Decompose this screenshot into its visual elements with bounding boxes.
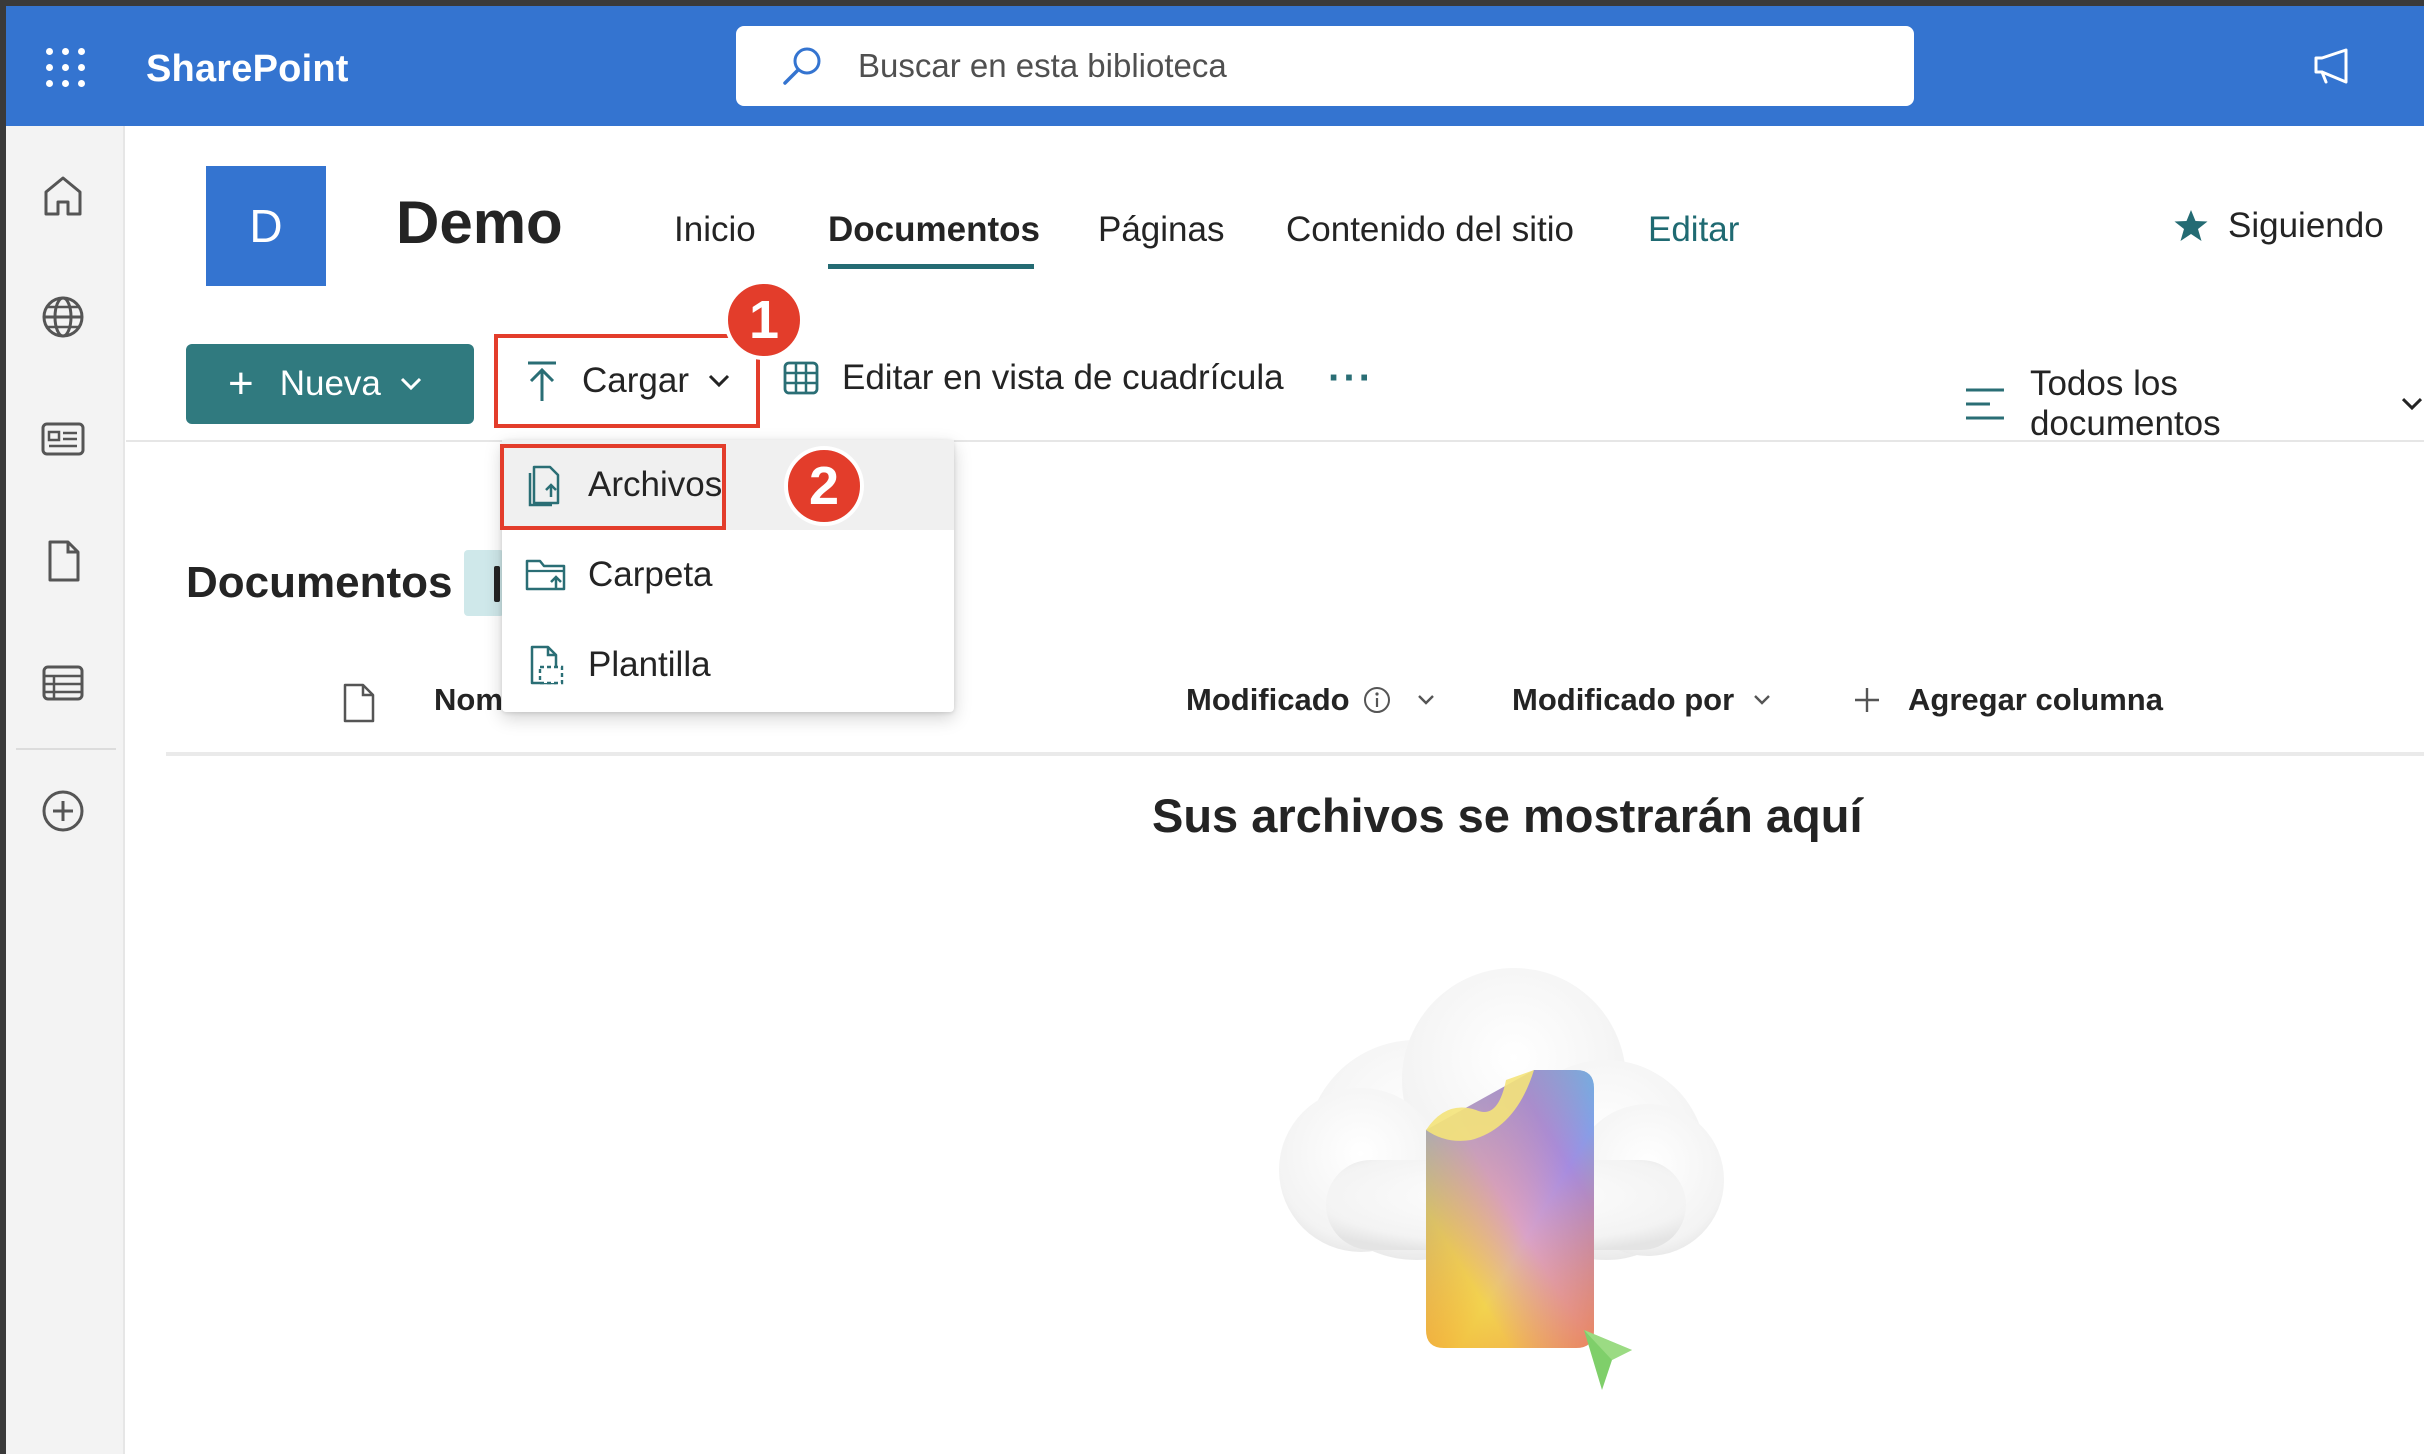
menu-item-folder[interactable]: Carpeta — [502, 530, 954, 620]
search-box[interactable]: Buscar en esta biblioteca — [736, 26, 1914, 106]
left-app-rail — [6, 126, 125, 1454]
nav-active-indicator — [828, 264, 1034, 269]
edit-grid-view-button[interactable]: Editar en vista de cuadrícula — [782, 358, 1284, 398]
new-button-label: Nueva — [279, 364, 381, 403]
search-icon — [783, 47, 821, 85]
site-logo[interactable]: D — [206, 166, 326, 286]
empty-state-illustration — [1266, 930, 1726, 1445]
app-name[interactable]: SharePoint — [146, 48, 349, 91]
chevron-down-icon — [2401, 397, 2423, 411]
add-column-label: Agregar columna — [1908, 682, 2163, 717]
nav-site-contents[interactable]: Contenido del sitio — [1286, 210, 1574, 250]
edit-grid-view-label: Editar en vista de cuadrícula — [842, 358, 1284, 397]
news-icon[interactable] — [38, 414, 88, 464]
annotation-highlight-files — [500, 444, 726, 530]
suite-bar: SharePoint Buscar en esta biblioteca — [6, 6, 2424, 126]
column-modified[interactable]: Modificado — [1186, 682, 1436, 718]
view-lines-icon — [1965, 388, 2004, 420]
create-plus-icon[interactable] — [38, 786, 88, 836]
document-icon[interactable] — [38, 536, 88, 586]
view-selector-label: Todos los documentos — [2029, 364, 2221, 443]
nav-edit[interactable]: Editar — [1648, 210, 1739, 250]
sharepoint-page: SharePoint Buscar en esta biblioteca D D… — [6, 6, 2424, 1454]
lists-icon[interactable] — [38, 658, 88, 708]
column-modified-by[interactable]: Modificado por — [1512, 682, 1772, 718]
info-icon[interactable] — [1362, 685, 1392, 715]
follow-label: Siguiendo — [2228, 206, 2384, 245]
feedback-megaphone-icon[interactable] — [2312, 46, 2358, 91]
list-header-divider — [166, 752, 2424, 756]
follow-button[interactable]: Siguiendo — [2172, 206, 2384, 246]
annotation-highlight-upload — [494, 334, 760, 428]
view-selector[interactable]: Todos los documentos — [1964, 364, 2424, 444]
library-chip-marker — [494, 566, 500, 602]
command-bar-divider — [126, 440, 2424, 442]
empty-state-title: Sus archivos se mostrarán aquí — [1152, 789, 1863, 842]
column-name[interactable]: Nom — [434, 682, 503, 718]
chevron-down-icon — [1417, 695, 1434, 705]
app-launcher-icon[interactable] — [44, 46, 88, 90]
nav-documents[interactable]: Documentos — [828, 210, 1040, 250]
menu-item-template-label: Plantilla — [588, 645, 711, 684]
search-input[interactable]: Buscar en esta biblioteca — [858, 47, 1227, 85]
menu-item-template[interactable]: Plantilla — [502, 620, 954, 710]
add-column-button[interactable]: Agregar columna — [1852, 682, 2163, 718]
file-type-icon — [343, 683, 375, 723]
nav-pages[interactable]: Páginas — [1098, 210, 1224, 250]
chevron-down-icon — [1754, 695, 1771, 705]
column-modified-by-label: Modificado por — [1512, 682, 1735, 717]
more-options-button[interactable]: ··· — [1328, 356, 1374, 401]
chevron-down-icon — [400, 377, 421, 391]
plus-icon: + — [228, 359, 254, 408]
globe-icon[interactable] — [38, 292, 88, 342]
column-modified-label: Modificado — [1186, 682, 1350, 717]
rail-divider — [16, 748, 116, 750]
annotation-step-2-badge: 2 — [784, 446, 864, 526]
grid-table-icon — [783, 361, 819, 395]
nav-home[interactable]: Inicio — [674, 210, 756, 250]
star-icon — [2174, 210, 2208, 241]
new-button[interactable]: + Nueva — [186, 344, 474, 424]
plus-icon — [1855, 688, 1879, 712]
folder-upload-icon — [525, 559, 566, 591]
library-title: Documentos — [186, 558, 453, 607]
menu-item-folder-label: Carpeta — [588, 555, 713, 594]
annotation-step-1-badge: 1 — [724, 280, 804, 360]
home-icon[interactable] — [38, 170, 88, 220]
column-file-type[interactable] — [342, 682, 376, 724]
site-title[interactable]: Demo — [396, 188, 563, 257]
template-icon — [530, 645, 564, 685]
